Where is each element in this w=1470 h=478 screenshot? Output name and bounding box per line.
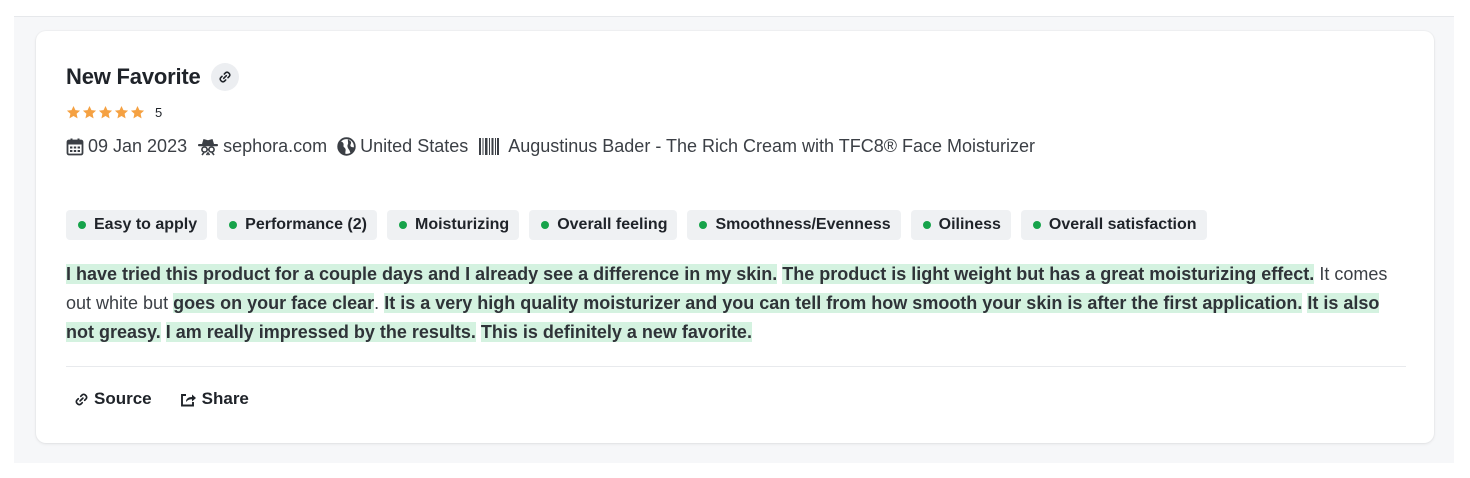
sentiment-dot: [398, 221, 407, 229]
topic-tag-label: Smoothness/Evenness: [715, 216, 891, 233]
review-country: United States: [337, 136, 468, 157]
review-date: 09 Jan 2023: [66, 136, 187, 157]
star-icon: [66, 105, 81, 119]
highlighted-phrase: I am really impressed by the results.: [165, 322, 476, 342]
source-site-text: sephora.com: [223, 136, 328, 156]
topic-tag[interactable]: Easy to apply: [66, 210, 208, 240]
review-card: New Favorite 5 09 Jan 2023 sephora.com U…: [36, 31, 1434, 443]
share-label: Share: [201, 389, 249, 408]
barcode-icon: [479, 138, 500, 155]
star-rating: [66, 105, 145, 120]
review-header: New Favorite: [66, 63, 239, 91]
highlighted-phrase: This is definitely a new favorite.: [480, 322, 752, 342]
highlighted-phrase: The product is light weight but has a gr…: [782, 264, 1315, 284]
topic-tag[interactable]: Overall satisfaction: [1020, 210, 1207, 240]
review-actions: Source Share: [74, 389, 249, 409]
topic-tags: Easy to apply Performance (2) Moisturizing…: [66, 210, 1207, 240]
highlighted-phrase: goes on your face clear: [173, 293, 375, 313]
highlighted-phrase: It is a very high quality moisturizer an…: [384, 293, 1303, 313]
source-button[interactable]: Source: [74, 389, 152, 409]
topic-tag-label: Overall feeling: [557, 216, 668, 233]
sentiment-dot: [229, 221, 238, 229]
globe-icon: [337, 137, 356, 156]
sentiment-dot: [699, 221, 708, 229]
review-body: I have tried this product for a couple d…: [66, 260, 1396, 347]
topic-tag[interactable]: Overall feeling: [529, 210, 678, 240]
star-icon: [114, 105, 129, 119]
source-label: Source: [94, 389, 152, 408]
sentiment-dot: [922, 221, 931, 229]
star-icon: [82, 105, 97, 119]
topic-tag[interactable]: Performance (2): [217, 210, 377, 240]
country-text: United States: [360, 136, 469, 156]
review-title: New Favorite: [66, 64, 201, 89]
share-button[interactable]: Share: [180, 389, 249, 409]
review-list-panel: New Favorite 5 09 Jan 2023 sephora.com U…: [14, 16, 1454, 463]
topic-tag-label: Oiliness: [938, 216, 1001, 233]
topic-tag-label: Easy to apply: [94, 216, 198, 233]
rating-value: 5: [155, 105, 163, 120]
topic-tag[interactable]: Moisturizing: [386, 210, 520, 240]
star-icon: [98, 105, 113, 119]
sentiment-dot: [78, 221, 86, 229]
product-text: Augustinus Bader - The Rich Cream with T…: [508, 136, 1035, 156]
review-source-site: sephora.com: [197, 136, 327, 157]
date-text: 09 Jan 2023: [88, 136, 188, 156]
rating: 5: [66, 105, 162, 120]
link-icon: [75, 393, 88, 405]
share-icon: [180, 393, 196, 406]
sentiment-dot: [541, 221, 550, 229]
spy-icon: [198, 138, 219, 155]
review-product: Augustinus Bader - The Rich Cream with T…: [478, 136, 1035, 157]
highlighted-phrase: I have tried this product for a couple d…: [66, 264, 778, 284]
topic-tag[interactable]: Oiliness: [910, 210, 1011, 240]
link-icon: [218, 71, 231, 83]
topic-tag[interactable]: Smoothness/Evenness: [687, 210, 901, 240]
review-meta: 09 Jan 2023 sephora.com United States Au…: [66, 136, 1045, 157]
permalink-button[interactable]: [210, 63, 239, 91]
calendar-icon: [66, 138, 84, 155]
star-icon: [130, 105, 145, 119]
topic-tag-label: Moisturizing: [414, 216, 510, 233]
divider: [66, 366, 1406, 367]
topic-tag-label: Performance (2): [245, 216, 367, 233]
topic-tag-label: Overall satisfaction: [1048, 216, 1197, 233]
sentiment-dot: [1032, 221, 1041, 229]
review-text-segment: .: [374, 293, 380, 313]
